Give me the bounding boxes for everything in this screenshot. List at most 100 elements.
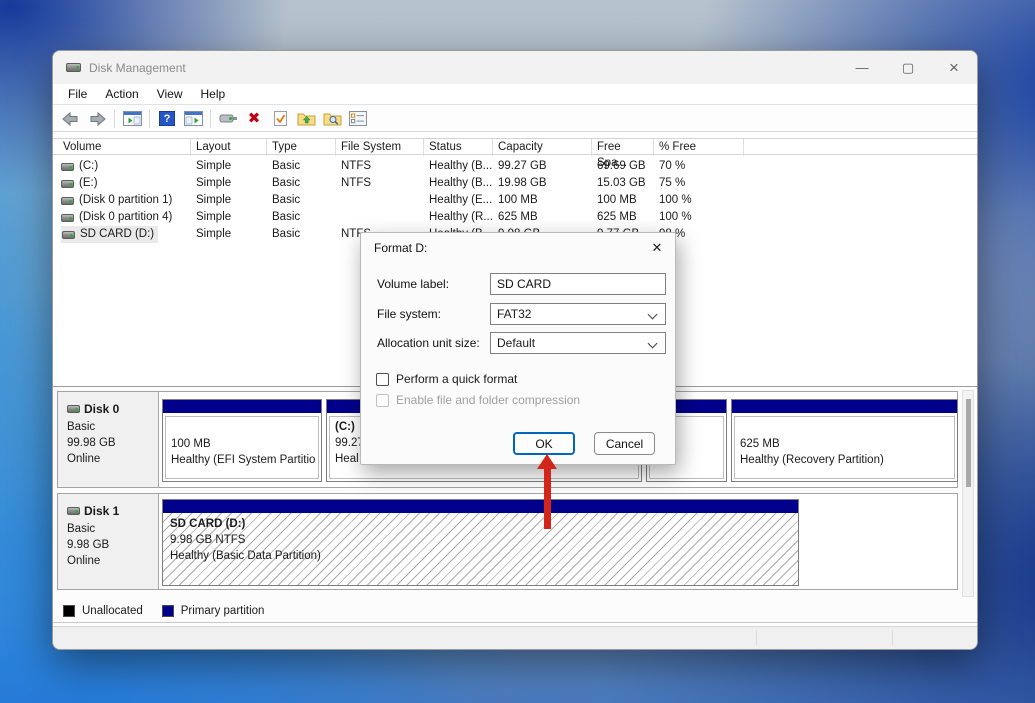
cell-layout: Simple [191,226,267,243]
legend-label-unallocated: Unallocated [82,605,143,617]
partition-efi[interactable]: 100 MB Healthy (EFI System Partitio [162,399,322,482]
cell-type: Basic [267,175,336,192]
show-console-tree-button[interactable] [120,108,144,130]
legend-label-primary-partition: Primary partition [181,605,265,617]
help-button[interactable]: ? [155,108,179,130]
column-header-layout[interactable]: Layout [191,139,267,156]
partition-title: SD CARD (D:) [170,516,791,532]
cell-capacity: 19.98 GB [493,175,592,192]
dialog-close-button[interactable]: ✕ [647,238,667,258]
table-row[interactable]: (Disk 0 partition 1) Simple Basic Health… [53,192,977,209]
cell-free-space: 15.03 GB [592,175,654,192]
toolbar-separator [149,110,150,128]
allocation-unit-label: Allocation unit size: [377,336,480,350]
cell-type: Basic [267,226,336,243]
menu-item-action[interactable]: Action [96,85,147,103]
menubar: File Action View Help [53,84,977,105]
unallocated-swatch [63,605,75,617]
cancel-button[interactable]: Cancel [594,432,655,455]
checklist-doc-icon [273,110,288,127]
maximize-button[interactable]: ▢ [885,51,931,84]
volume-icon [61,197,74,205]
column-header-status[interactable]: Status [424,139,493,156]
file-system-select[interactable]: FAT32 [490,303,666,325]
scrollbar-thumb[interactable] [966,399,971,487]
folder-up-icon [297,111,316,126]
table-row[interactable]: (C:) Simple Basic NTFS Healthy (B... 99.… [53,158,977,175]
graph-pane-scrollbar[interactable] [962,390,974,597]
quick-format-checkbox[interactable]: Perform a quick format [376,372,517,386]
disk-size: 9.98 GB [67,537,158,553]
properties-icon [349,111,367,126]
menu-item-view[interactable]: View [148,85,192,103]
titlebar[interactable]: Disk Management — ▢ × [53,51,977,84]
properties-button[interactable] [346,108,370,130]
column-header-file-system[interactable]: File System [336,139,424,156]
folder-search-icon [323,111,342,126]
partition-sdcard[interactable]: SD CARD (D:) 9.98 GB NTFS Healthy (Basic… [162,499,799,586]
back-arrow-icon [62,112,80,126]
disk-state: Online [67,451,158,467]
dialog-title: Format D: [374,241,427,255]
file-system-value: FAT32 [497,307,531,321]
chevron-down-icon [648,310,658,320]
primary-partition-swatch [162,605,174,617]
cell-type: Basic [267,192,336,209]
column-header-volume[interactable]: Volume [58,139,191,156]
volume-label-field[interactable] [490,273,666,295]
disk0-panel[interactable]: Disk 0 Basic 99.98 GB Online [58,392,159,487]
folder-search-button[interactable] [320,108,344,130]
delete-button[interactable]: ✖ [242,108,266,130]
forward-button[interactable] [85,108,109,130]
column-header-free-space[interactable]: Free Spa... [592,139,654,156]
toolbar-separator [210,110,211,128]
ok-button[interactable]: OK [513,432,575,455]
delete-x-icon: ✖ [248,111,261,126]
help-icon: ? [159,111,175,126]
toolbar: ? ✖ [53,106,977,132]
partition-recovery[interactable]: 625 MB Healthy (Recovery Partition) [731,399,958,482]
volume-icon [61,214,74,222]
cell-layout: Simple [191,175,267,192]
show-action-pane-button[interactable] [181,108,205,130]
partition-color-bar [163,500,798,513]
window-title: Disk Management [89,61,186,75]
device-icon [219,112,238,125]
cell-layout: Simple [191,209,267,226]
close-button[interactable]: × [931,51,977,84]
disk1-row: Disk 1 Basic 9.98 GB Online SD CARD (D:)… [57,493,958,590]
disk-state: Online [67,553,158,569]
status-bar [53,626,977,649]
forward-arrow-icon [88,112,106,126]
table-row[interactable]: (E:) Simple Basic NTFS Healthy (B... 19.… [53,175,977,192]
minimize-button[interactable]: — [839,51,885,84]
rescan-device-button[interactable] [216,108,240,130]
partition-status: Healthy (Basic Data Partition) [170,548,791,564]
disk-size: 99.98 GB [67,435,158,451]
partition-size: 100 MB [171,436,313,452]
column-header-pct-free[interactable]: % Free [654,139,744,156]
table-row[interactable]: (Disk 0 partition 4) Simple Basic Health… [53,209,977,226]
disk1-panel[interactable]: Disk 1 Basic 9.98 GB Online [58,494,159,589]
cell-file-system: NTFS [336,158,424,175]
column-header-type[interactable]: Type [267,139,336,156]
cell-capacity: 100 MB [493,192,592,209]
cell-status: Healthy (R... [424,209,493,226]
menu-item-help[interactable]: Help [192,85,235,103]
menu-item-file[interactable]: File [59,85,96,103]
cell-capacity: 99.27 GB [493,158,592,175]
back-button[interactable] [59,108,83,130]
allocation-unit-select[interactable]: Default [490,332,666,354]
compression-label: Enable file and folder compression [396,393,580,407]
desktop-wallpaper: { "window": { "title": "Disk Management"… [0,0,1035,703]
checklist-button[interactable] [268,108,292,130]
volume-label-label: Volume label: [377,277,449,291]
partition-status: Healthy (EFI System Partitio [171,452,313,468]
folder-up-button[interactable] [294,108,318,130]
partition-color-bar [732,400,957,413]
allocation-unit-value: Default [497,336,535,350]
partition-size: 625 MB [740,436,949,452]
column-header-capacity[interactable]: Capacity [493,139,592,156]
cell-volume: (Disk 0 partition 1) [79,192,172,209]
status-divider [892,630,893,646]
